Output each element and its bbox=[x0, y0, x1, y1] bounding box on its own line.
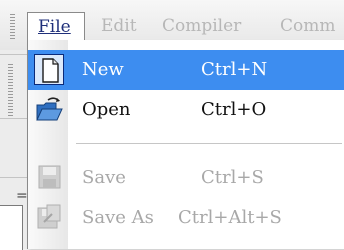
divider bbox=[0, 118, 30, 119]
menu-item-save-as-shortcut: Ctrl+Alt+S bbox=[178, 207, 282, 228]
save-icon bbox=[34, 162, 64, 193]
menu-item-save-as-label: Save As bbox=[82, 207, 154, 228]
open-folder-icon bbox=[34, 94, 64, 125]
menu-item-open-shortcut: Ctrl+O bbox=[201, 99, 267, 120]
menubar-grip[interactable] bbox=[10, 14, 15, 40]
menu-command-label: Comm bbox=[280, 16, 336, 36]
divider bbox=[0, 54, 30, 55]
menu-item-new-label: New bbox=[82, 59, 124, 80]
new-document-icon bbox=[34, 54, 64, 85]
menu-compiler[interactable]: Compiler bbox=[162, 12, 241, 40]
menu-item-open-label: Open bbox=[82, 99, 131, 120]
menu-item-save-shortcut: Ctrl+S bbox=[201, 167, 264, 188]
menu-item-new[interactable]: New Ctrl+N bbox=[28, 50, 344, 90]
menu-edit-label: Edit bbox=[101, 16, 137, 36]
menu-item-save[interactable]: Save Ctrl+S bbox=[28, 158, 344, 198]
strip-mark: = bbox=[16, 188, 28, 204]
save-as-icon bbox=[34, 202, 64, 233]
menu-separator-highlight bbox=[76, 144, 342, 145]
menu-file[interactable]: File bbox=[27, 12, 85, 40]
menu-item-open[interactable]: Open Ctrl+O bbox=[28, 90, 344, 130]
menu-item-new-shortcut: Ctrl+N bbox=[201, 59, 268, 80]
editor-area-edge[interactable] bbox=[0, 205, 23, 250]
menu-edit[interactable]: Edit bbox=[101, 12, 137, 40]
menu-item-save-as[interactable]: Save As Ctrl+Alt+S bbox=[28, 198, 344, 238]
menu-file-label: File bbox=[38, 17, 71, 37]
menu-compiler-label: Compiler bbox=[162, 16, 242, 36]
menu-command[interactable]: Comm bbox=[280, 12, 335, 40]
toolbar-grip[interactable] bbox=[8, 64, 13, 116]
file-menu-dropdown: New Ctrl+N Open Ctrl+O Save Ctrl+S Save … bbox=[27, 40, 344, 249]
divider bbox=[0, 177, 30, 178]
menu-item-save-label: Save bbox=[82, 167, 126, 188]
